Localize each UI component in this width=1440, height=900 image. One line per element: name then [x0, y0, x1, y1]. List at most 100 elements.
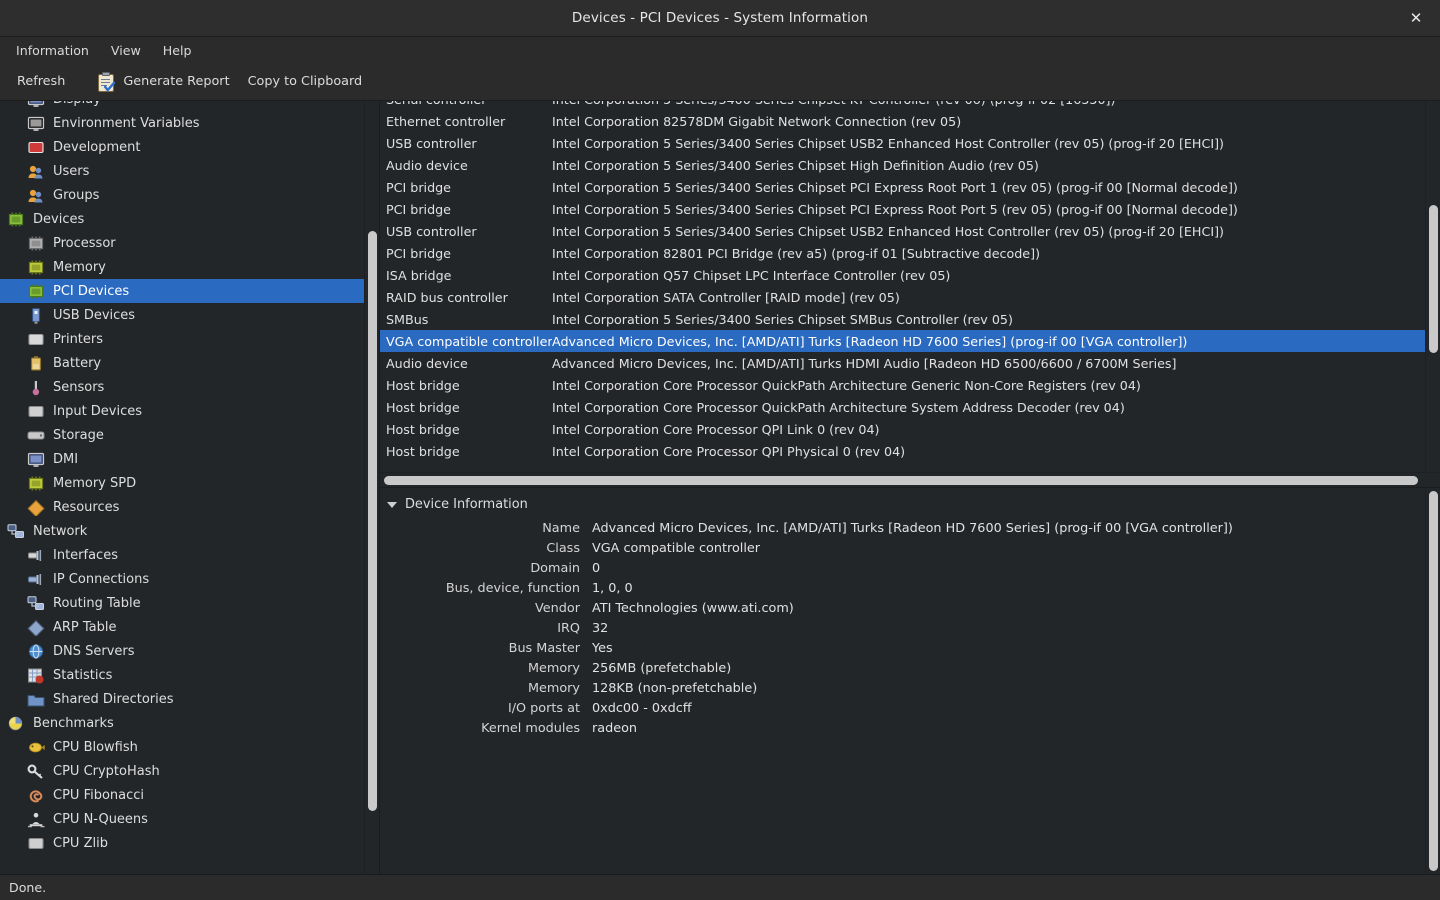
device-list[interactable]: Serial controllerIntel Corporation 5 Ser… [380, 101, 1425, 472]
device-information-header[interactable]: Device Information [380, 494, 1425, 514]
menu-help[interactable]: Help [153, 40, 202, 61]
device-info-scrollbar-thumb[interactable] [1429, 491, 1438, 871]
device-class-cell: Audio device [386, 157, 468, 173]
device-list-vertical-scrollbar[interactable] [1425, 101, 1440, 472]
table-row[interactable]: RAID bus controller Intel Corporation SAT… [380, 286, 1425, 308]
sidebar-item-storage[interactable]: Storage [0, 423, 364, 447]
sidebar-vertical-scrollbar[interactable] [364, 101, 379, 874]
device-info-row: Memory 128KB (non-prefetchable) [380, 678, 1233, 698]
sidebar-item-pci-devices[interactable]: PCI Devices [0, 279, 364, 303]
sidebar-item-development[interactable]: Development [0, 135, 364, 159]
menu-bar: Information View Help [0, 37, 1440, 63]
cpu-fibonacci-icon [26, 787, 46, 804]
table-row[interactable]: Serial controllerIntel Corporation 5 Ser… [380, 101, 1425, 110]
status-text: Done. [9, 880, 47, 895]
device-info-key: Domain [530, 560, 580, 576]
sidebar-tree: Display Environment Variables Development… [0, 101, 364, 874]
sidebar-item-battery[interactable]: Battery [0, 351, 364, 375]
sidebar-item-network[interactable]: Network [0, 519, 364, 543]
sidebar-item-dns-servers[interactable]: DNS Servers [0, 639, 364, 663]
sidebar-item-input-devices[interactable]: Input Devices [0, 399, 364, 423]
sidebar-item-label: Users [53, 163, 90, 179]
sidebar-item-cpu-blowfish[interactable]: CPU Blowfish [0, 735, 364, 759]
chevron-down-icon[interactable] [387, 502, 397, 508]
battery-icon [26, 355, 46, 372]
table-row[interactable]: USB controller Intel Corporation 5 Series… [380, 220, 1425, 242]
table-row[interactable]: PCI bridge Intel Corporation 82801 PCI Br… [380, 242, 1425, 264]
sidebar-item-arp-table[interactable]: ARP Table [0, 615, 364, 639]
system-information-window: Devices - PCI Devices - System Informati… [0, 0, 1440, 900]
table-row[interactable]: Host bridge Intel Corporation Core Proces… [380, 396, 1425, 418]
interfaces-icon [26, 547, 46, 564]
device-info-key: Class [546, 540, 580, 556]
sidebar-item-label: CPU Blowfish [53, 739, 138, 755]
device-information-panel: Device Information Name Advanced Micro De… [380, 488, 1440, 874]
sidebar-item-label: Statistics [53, 667, 113, 683]
menu-information[interactable]: Information [6, 40, 99, 61]
table-row[interactable]: Audio device Intel Corporation 5 Series/3… [380, 154, 1425, 176]
device-list-horizontal-scrollbar[interactable] [380, 472, 1440, 487]
sidebar-item-display[interactable]: Display [0, 101, 364, 111]
device-info-value: Yes [592, 640, 613, 656]
device-info-row: Vendor ATI Technologies (www.ati.com) [380, 598, 1233, 618]
table-row[interactable]: Host bridge Intel Corporation Core Proces… [380, 374, 1425, 396]
sidebar-item-cpu-n-queens[interactable]: CPU N-Queens [0, 807, 364, 831]
device-info-value: ATI Technologies (www.ati.com) [592, 600, 794, 616]
sidebar-item-routing-table[interactable]: Routing Table [0, 591, 364, 615]
table-row[interactable]: SMBus Intel Corporation 5 Series/3400 Ser… [380, 308, 1425, 330]
sidebar-item-environment-variables[interactable]: Environment Variables [0, 111, 364, 135]
sidebar-item-cpu-cryptohash[interactable]: CPU CryptoHash [0, 759, 364, 783]
close-icon[interactable]: ✕ [1404, 6, 1428, 30]
table-row[interactable]: VGA compatible controller Advanced Micro … [380, 330, 1425, 352]
sidebar-scrollbar-thumb[interactable] [368, 231, 377, 811]
device-list-vscrollbar-thumb[interactable] [1429, 205, 1438, 353]
sidebar-item-ip-connections[interactable]: IP Connections [0, 567, 364, 591]
menu-view[interactable]: View [101, 40, 151, 61]
copy-to-clipboard-label: Copy to Clipboard [247, 74, 363, 89]
device-class-cell: Host bridge [386, 421, 460, 437]
sidebar-item-printers[interactable]: Printers [0, 327, 364, 351]
dmi-icon [26, 451, 46, 468]
table-row[interactable]: PCI bridge Intel Corporation 5 Series/340… [380, 198, 1425, 220]
device-info-vertical-scrollbar[interactable] [1425, 488, 1440, 874]
table-row[interactable]: ISA bridge Intel Corporation Q57 Chipset … [380, 264, 1425, 286]
sidebar-item-label: Memory [53, 259, 106, 275]
sidebar-item-memory-spd[interactable]: Memory SPD [0, 471, 364, 495]
table-row[interactable]: Host bridge Intel Corporation Core Proces… [380, 440, 1425, 462]
device-description-cell: Intel Corporation 5 Series/3400 Series C… [552, 135, 1224, 151]
refresh-label: Refresh [17, 74, 66, 89]
device-description-cell: Intel Corporation 5 Series/3400 Series C… [552, 201, 1238, 217]
sidebar-item-processor[interactable]: Processor [0, 231, 364, 255]
sidebar-item-statistics[interactable]: Statistics [0, 663, 364, 687]
device-info-value: 128KB (non-prefetchable) [592, 680, 758, 696]
sidebar-item-label: Processor [53, 235, 116, 251]
sidebar-item-cpu-fibonacci[interactable]: CPU Fibonacci [0, 783, 364, 807]
table-row[interactable]: USB controller Intel Corporation 5 Series… [380, 132, 1425, 154]
sidebar-item-users[interactable]: Users [0, 159, 364, 183]
sidebar-item-dmi[interactable]: DMI [0, 447, 364, 471]
sidebar-item-resources[interactable]: Resources [0, 495, 364, 519]
device-info-row: Kernel modules radeon [380, 718, 1233, 738]
table-row[interactable]: Host bridge Intel Corporation Core Proces… [380, 418, 1425, 440]
sidebar-item-usb-devices[interactable]: USB Devices [0, 303, 364, 327]
sidebar-item-interfaces[interactable]: Interfaces [0, 543, 364, 567]
sidebar-item-devices[interactable]: Devices [0, 207, 364, 231]
sidebar-item-groups[interactable]: Groups [0, 183, 364, 207]
sidebar-item-shared-directories[interactable]: Shared Directories [0, 687, 364, 711]
table-row[interactable]: Ethernet controller Intel Corporation 825… [380, 110, 1425, 132]
table-row[interactable]: PCI bridge Intel Corporation 5 Series/340… [380, 176, 1425, 198]
copy-to-clipboard-button[interactable]: Copy to Clipboard [239, 70, 372, 93]
device-class-cell: USB controller [386, 223, 477, 239]
table-row[interactable]: Audio device Advanced Micro Devices, Inc.… [380, 352, 1425, 374]
device-description-cell: Intel Corporation Q57 Chipset LPC Interf… [552, 267, 951, 283]
sensors-icon [26, 379, 46, 396]
refresh-button[interactable]: Refresh [8, 70, 74, 93]
device-info-value: Advanced Micro Devices, Inc. [AMD/ATI] T… [592, 520, 1233, 536]
sidebar-item-sensors[interactable]: Sensors [0, 375, 364, 399]
device-list-hscrollbar-thumb[interactable] [384, 476, 1418, 485]
sidebar-item-benchmarks[interactable]: Benchmarks [0, 711, 364, 735]
sidebar-item-cpu-zlib[interactable]: CPU Zlib [0, 831, 364, 855]
sidebar-item-memory[interactable]: Memory [0, 255, 364, 279]
device-description-cell: Intel Corporation 5 Series/3400 Series C… [552, 311, 1013, 327]
generate-report-button[interactable]: Generate Report [88, 68, 238, 96]
